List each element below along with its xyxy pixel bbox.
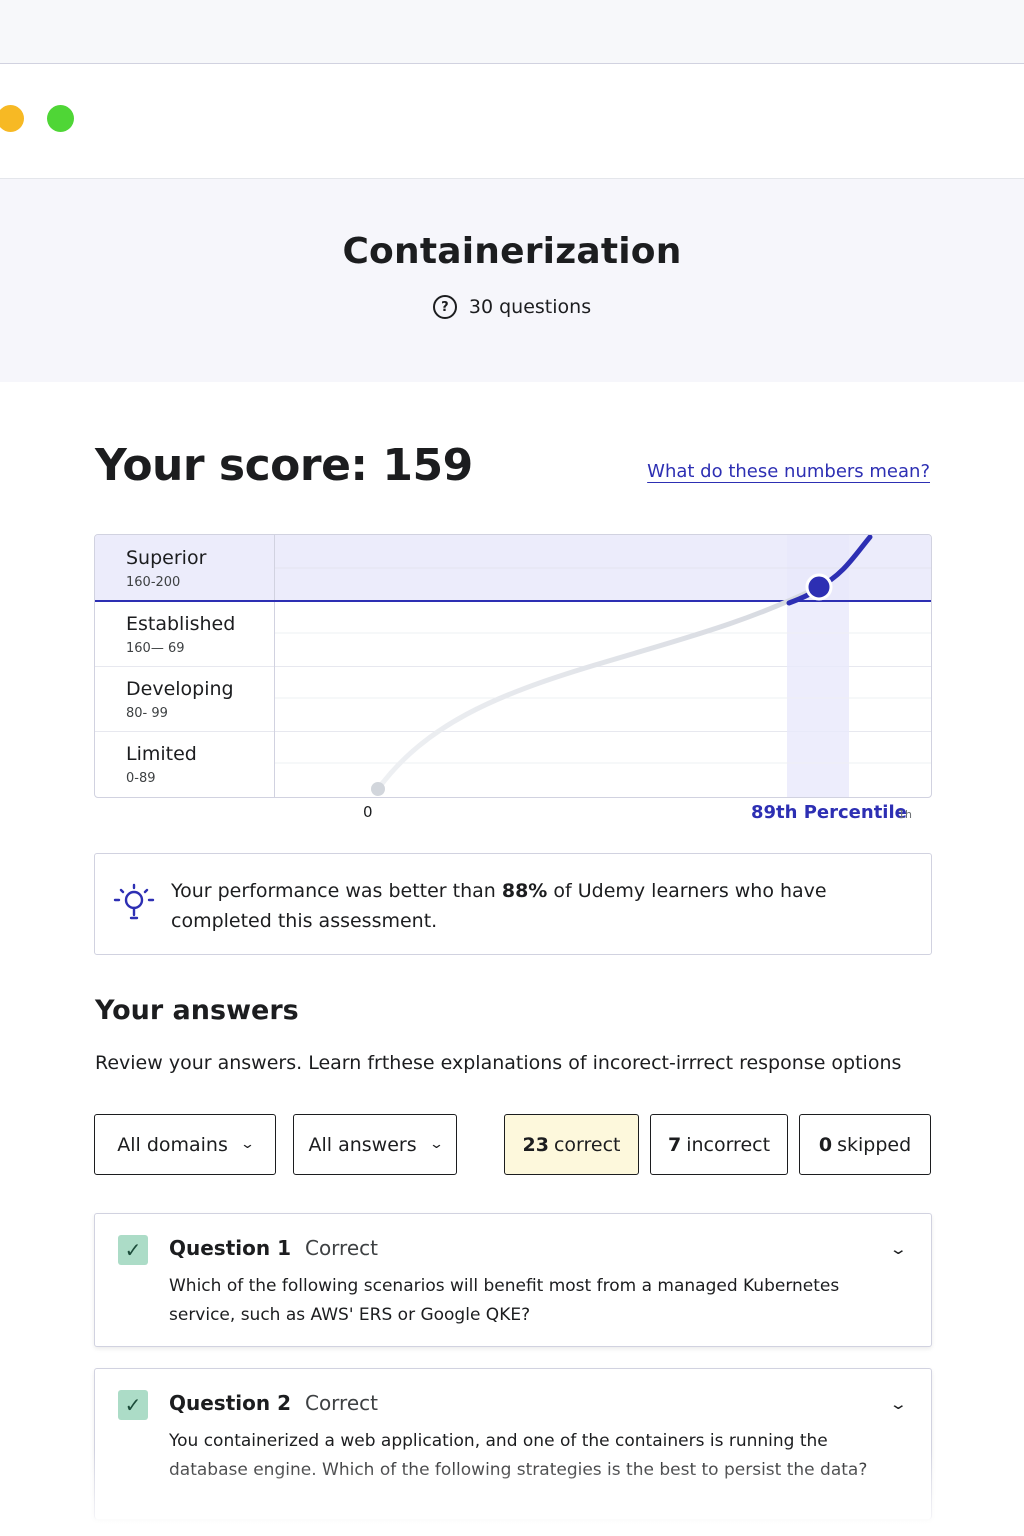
axis-start-label: 0 bbox=[363, 803, 373, 821]
score-heading: Your score: 159 bbox=[95, 440, 473, 491]
incorrect-filter-button[interactable]: 7 incorrect bbox=[650, 1114, 788, 1175]
question-mark-icon: ? bbox=[432, 295, 457, 319]
curve-gray-segment bbox=[375, 584, 822, 792]
question-header: Question 1 Correct bbox=[169, 1236, 378, 1260]
incorrect-label: incorrect bbox=[686, 1133, 771, 1156]
answers-filter-label: All answers bbox=[308, 1133, 417, 1156]
chevron-down-icon: ⌄ bbox=[428, 1137, 444, 1152]
correct-filter-button[interactable]: 23 correct bbox=[504, 1114, 639, 1175]
skipped-filter-button[interactable]: 0 skipped bbox=[799, 1114, 931, 1175]
question-number: Question 2 bbox=[169, 1391, 291, 1415]
question-status: Correct bbox=[304, 1236, 378, 1260]
percentile-curve bbox=[95, 535, 931, 797]
numbers-help-link[interactable]: What do these numbers mean? bbox=[647, 461, 930, 482]
skipped-label: skipped bbox=[837, 1133, 912, 1156]
page-title: Containerization bbox=[342, 231, 682, 272]
insight-text-before: Your performance was better than bbox=[171, 880, 502, 902]
score-marker bbox=[805, 573, 833, 601]
question-card[interactable]: ✓ Question 1 Correct Which of the followi… bbox=[94, 1213, 932, 1347]
browser-top-bar bbox=[0, 0, 1024, 64]
question-status: Correct bbox=[304, 1391, 378, 1415]
question-header: Question 2 Correct bbox=[169, 1391, 378, 1415]
score-percentile-chart: Superior 160-200 Established 160— 69 Dev… bbox=[94, 534, 932, 798]
domains-filter-label: All domains bbox=[117, 1133, 228, 1156]
checkmark-icon: ✓ bbox=[118, 1235, 148, 1265]
answers-heading: Your answers bbox=[95, 995, 299, 1026]
assessment-header: Containerization ? 30 questions bbox=[0, 179, 1024, 382]
correct-label: correct bbox=[553, 1133, 621, 1156]
chevron-down-icon[interactable]: ⌄ bbox=[889, 1395, 908, 1413]
percentile-label: 89th Percentile bbox=[751, 802, 907, 823]
answers-description: Review your answers. Learn frthese expla… bbox=[95, 1052, 902, 1074]
insight-text: Your performance was better than 88% of … bbox=[171, 876, 871, 936]
maximize-window-button[interactable] bbox=[47, 105, 74, 132]
chevron-down-icon[interactable]: ⌄ bbox=[889, 1240, 908, 1258]
question-number: Question 1 bbox=[169, 1236, 291, 1260]
bottom-fade bbox=[0, 1450, 1024, 1536]
checkmark-icon: ✓ bbox=[118, 1390, 148, 1420]
percentile-sub-label: 1h bbox=[898, 808, 912, 821]
insight-highlight: 88% bbox=[501, 880, 548, 902]
performance-insight-card: Your performance was better than 88% of … bbox=[94, 853, 932, 955]
curve-start-point bbox=[371, 782, 385, 796]
domains-filter-dropdown[interactable]: All domains ⌄ bbox=[94, 1114, 276, 1175]
question-count: ? 30 questions bbox=[0, 295, 1024, 319]
skipped-count: 0 bbox=[818, 1133, 833, 1156]
incorrect-count: 7 bbox=[667, 1133, 682, 1156]
question-text: Which of the following scenarios will be… bbox=[169, 1276, 840, 1325]
correct-count: 23 bbox=[522, 1133, 549, 1156]
window-title-bar bbox=[0, 64, 1024, 179]
lightbulb-icon bbox=[113, 883, 155, 920]
chevron-down-icon: ⌄ bbox=[239, 1137, 255, 1152]
answers-filter-dropdown[interactable]: All answers ⌄ bbox=[293, 1114, 457, 1175]
question-count-label: 30 questions bbox=[468, 296, 592, 318]
